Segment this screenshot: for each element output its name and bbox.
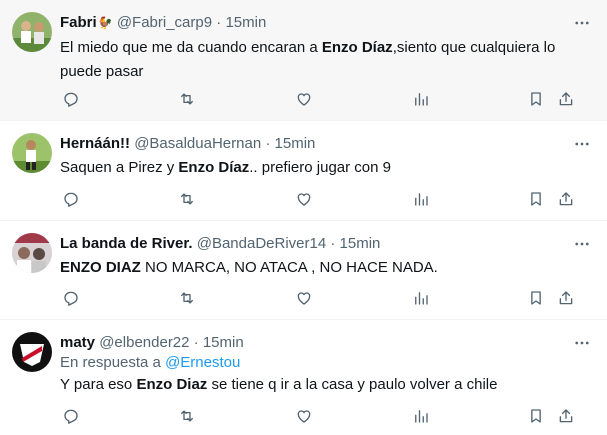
bookmark-icon[interactable] — [525, 88, 547, 110]
reply-mention-link[interactable]: @Ernestou — [165, 354, 240, 371]
reply-icon[interactable] — [60, 287, 82, 309]
tweet-text-highlight: ENZO DIAZ — [60, 259, 141, 276]
like-icon[interactable] — [293, 88, 315, 110]
tweet-header: maty @elbender22 · 15min — [60, 333, 567, 353]
reply-icon[interactable] — [60, 88, 82, 110]
tweet-text-part: El miedo que me da cuando encaran a — [60, 39, 322, 56]
separator-dot: · — [193, 334, 199, 351]
like-icon[interactable] — [293, 287, 315, 309]
display-name[interactable]: Hernáán!! — [60, 135, 130, 152]
share-icon[interactable] — [555, 287, 577, 309]
avatar[interactable] — [12, 12, 52, 52]
display-name[interactable]: La banda de River. — [60, 235, 193, 252]
tweet-text-highlight: Enzo Díaz — [178, 159, 250, 176]
retweet-icon[interactable] — [176, 405, 198, 427]
tweet[interactable]: maty @elbender22 · 15min En respuesta a … — [0, 320, 607, 435]
more-dots-icon[interactable] — [571, 333, 593, 353]
tweet-text: ENZO DIAZ NO MARCA, NO ATACA , NO HACE N… — [60, 256, 591, 280]
timestamp[interactable]: 15min — [203, 334, 244, 351]
action-bar — [60, 188, 595, 210]
tweet[interactable]: Fabri🐓 @Fabri_carp9 · 15min El miedo que… — [0, 0, 607, 121]
reply-context: En respuesta a @Ernestou — [60, 353, 240, 373]
like-icon[interactable] — [293, 188, 315, 210]
avatar[interactable] — [12, 233, 52, 273]
bookmark-icon[interactable] — [525, 405, 547, 427]
timestamp[interactable]: 15min — [340, 235, 381, 252]
display-name[interactable]: maty — [60, 334, 95, 351]
tweet-text-part: .. prefiero jugar con 9 — [249, 159, 391, 176]
like-icon[interactable] — [293, 405, 315, 427]
views-icon[interactable] — [410, 287, 432, 309]
tweet-text-part: Y para eso — [60, 376, 137, 393]
separator-dot: · — [330, 235, 336, 252]
reply-icon[interactable] — [60, 188, 82, 210]
user-handle[interactable]: @BandaDeRiver14 — [197, 235, 326, 252]
tweet-text-highlight: Enzo Diaz — [136, 376, 208, 393]
user-handle[interactable]: @Fabri_carp9 — [117, 14, 212, 31]
share-icon[interactable] — [555, 88, 577, 110]
user-handle[interactable]: @BasalduaHernan — [134, 135, 261, 152]
tweet-text-highlight: Enzo Díaz — [321, 39, 393, 56]
rooster-emoji: 🐓 — [97, 16, 113, 30]
tweet-header: Fabri🐓 @Fabri_carp9 · 15min — [60, 13, 567, 33]
views-icon[interactable] — [410, 405, 432, 427]
timestamp[interactable]: 15min — [275, 135, 316, 152]
more-dots-icon[interactable] — [571, 134, 593, 154]
tweet-text-part: NO MARCA, NO ATACA , NO HACE NADA. — [140, 259, 438, 276]
more-dots-icon[interactable] — [571, 13, 593, 33]
share-icon[interactable] — [555, 405, 577, 427]
tweet-text: Saquen a Pirez y Enzo Díaz.. prefiero ju… — [60, 156, 591, 180]
retweet-icon[interactable] — [176, 88, 198, 110]
retweet-icon[interactable] — [176, 188, 198, 210]
bookmark-icon[interactable] — [525, 287, 547, 309]
views-icon[interactable] — [410, 88, 432, 110]
share-icon[interactable] — [555, 188, 577, 210]
more-dots-icon[interactable] — [571, 234, 593, 254]
tweet-text-part: Saquen a Pirez y — [60, 159, 179, 176]
reply-prefix: En respuesta a — [60, 354, 166, 371]
tweet[interactable]: Hernáán!! @BasalduaHernan · 15min Saquen… — [0, 121, 607, 221]
separator-dot: · — [216, 14, 222, 31]
reply-icon[interactable] — [60, 405, 82, 427]
avatar[interactable] — [12, 332, 52, 372]
tweet-text: El miedo que me da cuando encaran a Enzo… — [60, 36, 591, 84]
tweet-header: Hernáán!! @BasalduaHernan · 15min — [60, 134, 567, 154]
tweet[interactable]: La banda de River. @BandaDeRiver14 · 15m… — [0, 221, 607, 320]
tweet-text: Y para eso Enzo Diaz se tiene q ir a la … — [60, 373, 591, 397]
action-bar — [60, 287, 595, 309]
separator-dot: · — [265, 135, 271, 152]
user-handle[interactable]: @elbender22 — [99, 334, 189, 351]
avatar[interactable] — [12, 133, 52, 173]
action-bar — [60, 405, 595, 427]
action-bar — [60, 88, 595, 110]
tweet-header: La banda de River. @BandaDeRiver14 · 15m… — [60, 234, 567, 254]
timestamp[interactable]: 15min — [225, 14, 266, 31]
tweet-feed: Fabri🐓 @Fabri_carp9 · 15min El miedo que… — [0, 0, 607, 435]
views-icon[interactable] — [410, 188, 432, 210]
tweet-text-part: se tiene q ir a la casa y paulo volver a… — [207, 376, 498, 393]
display-name[interactable]: Fabri — [60, 14, 97, 31]
retweet-icon[interactable] — [176, 287, 198, 309]
bookmark-icon[interactable] — [525, 188, 547, 210]
